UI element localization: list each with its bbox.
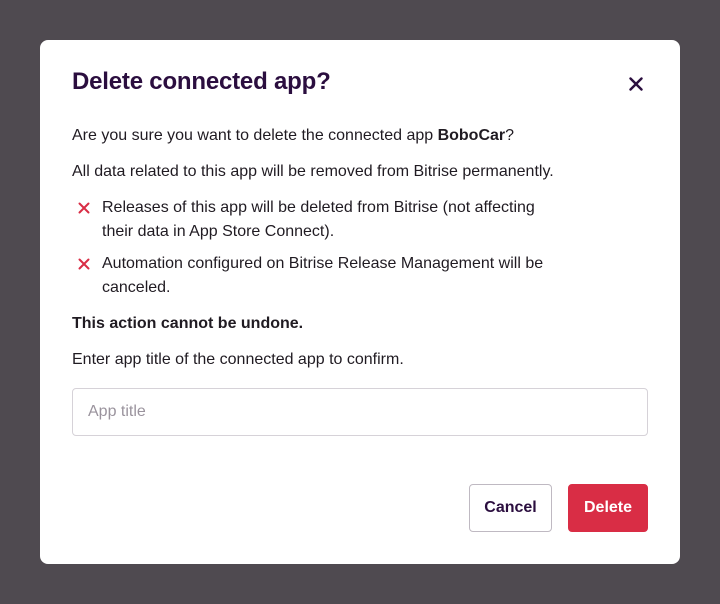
consequence-item: Releases of this app will be deleted fro… [72,196,572,244]
delete-connected-app-dialog: Delete connected app? Are you sure you w… [40,40,680,564]
undo-warning: This action cannot be undone. [72,315,304,332]
delete-button[interactable]: Delete [568,484,648,532]
close-button[interactable] [622,70,650,98]
app-name: BoboCar [437,127,506,144]
x-icon [72,196,96,220]
confirm-question: Are you sure you want to delete the conn… [72,124,514,148]
close-icon [629,77,643,91]
removal-notice: All data related to this app will be rem… [72,163,554,180]
consequence-text: Releases of this app will be deleted fro… [102,199,535,240]
confirm-suffix: ? [505,127,515,144]
dialog-title: Delete connected app? [72,68,331,95]
consequence-item: Automation configured on Bitrise Release… [72,252,572,300]
confirm-instruction: Enter app title of the connected app to … [72,351,404,368]
confirm-prefix: Are you sure you want to delete the conn… [72,127,438,144]
consequence-text: Automation configured on Bitrise Release… [102,255,544,296]
app-title-input[interactable] [72,388,648,436]
x-icon [72,252,96,276]
cancel-button[interactable]: Cancel [469,484,552,532]
